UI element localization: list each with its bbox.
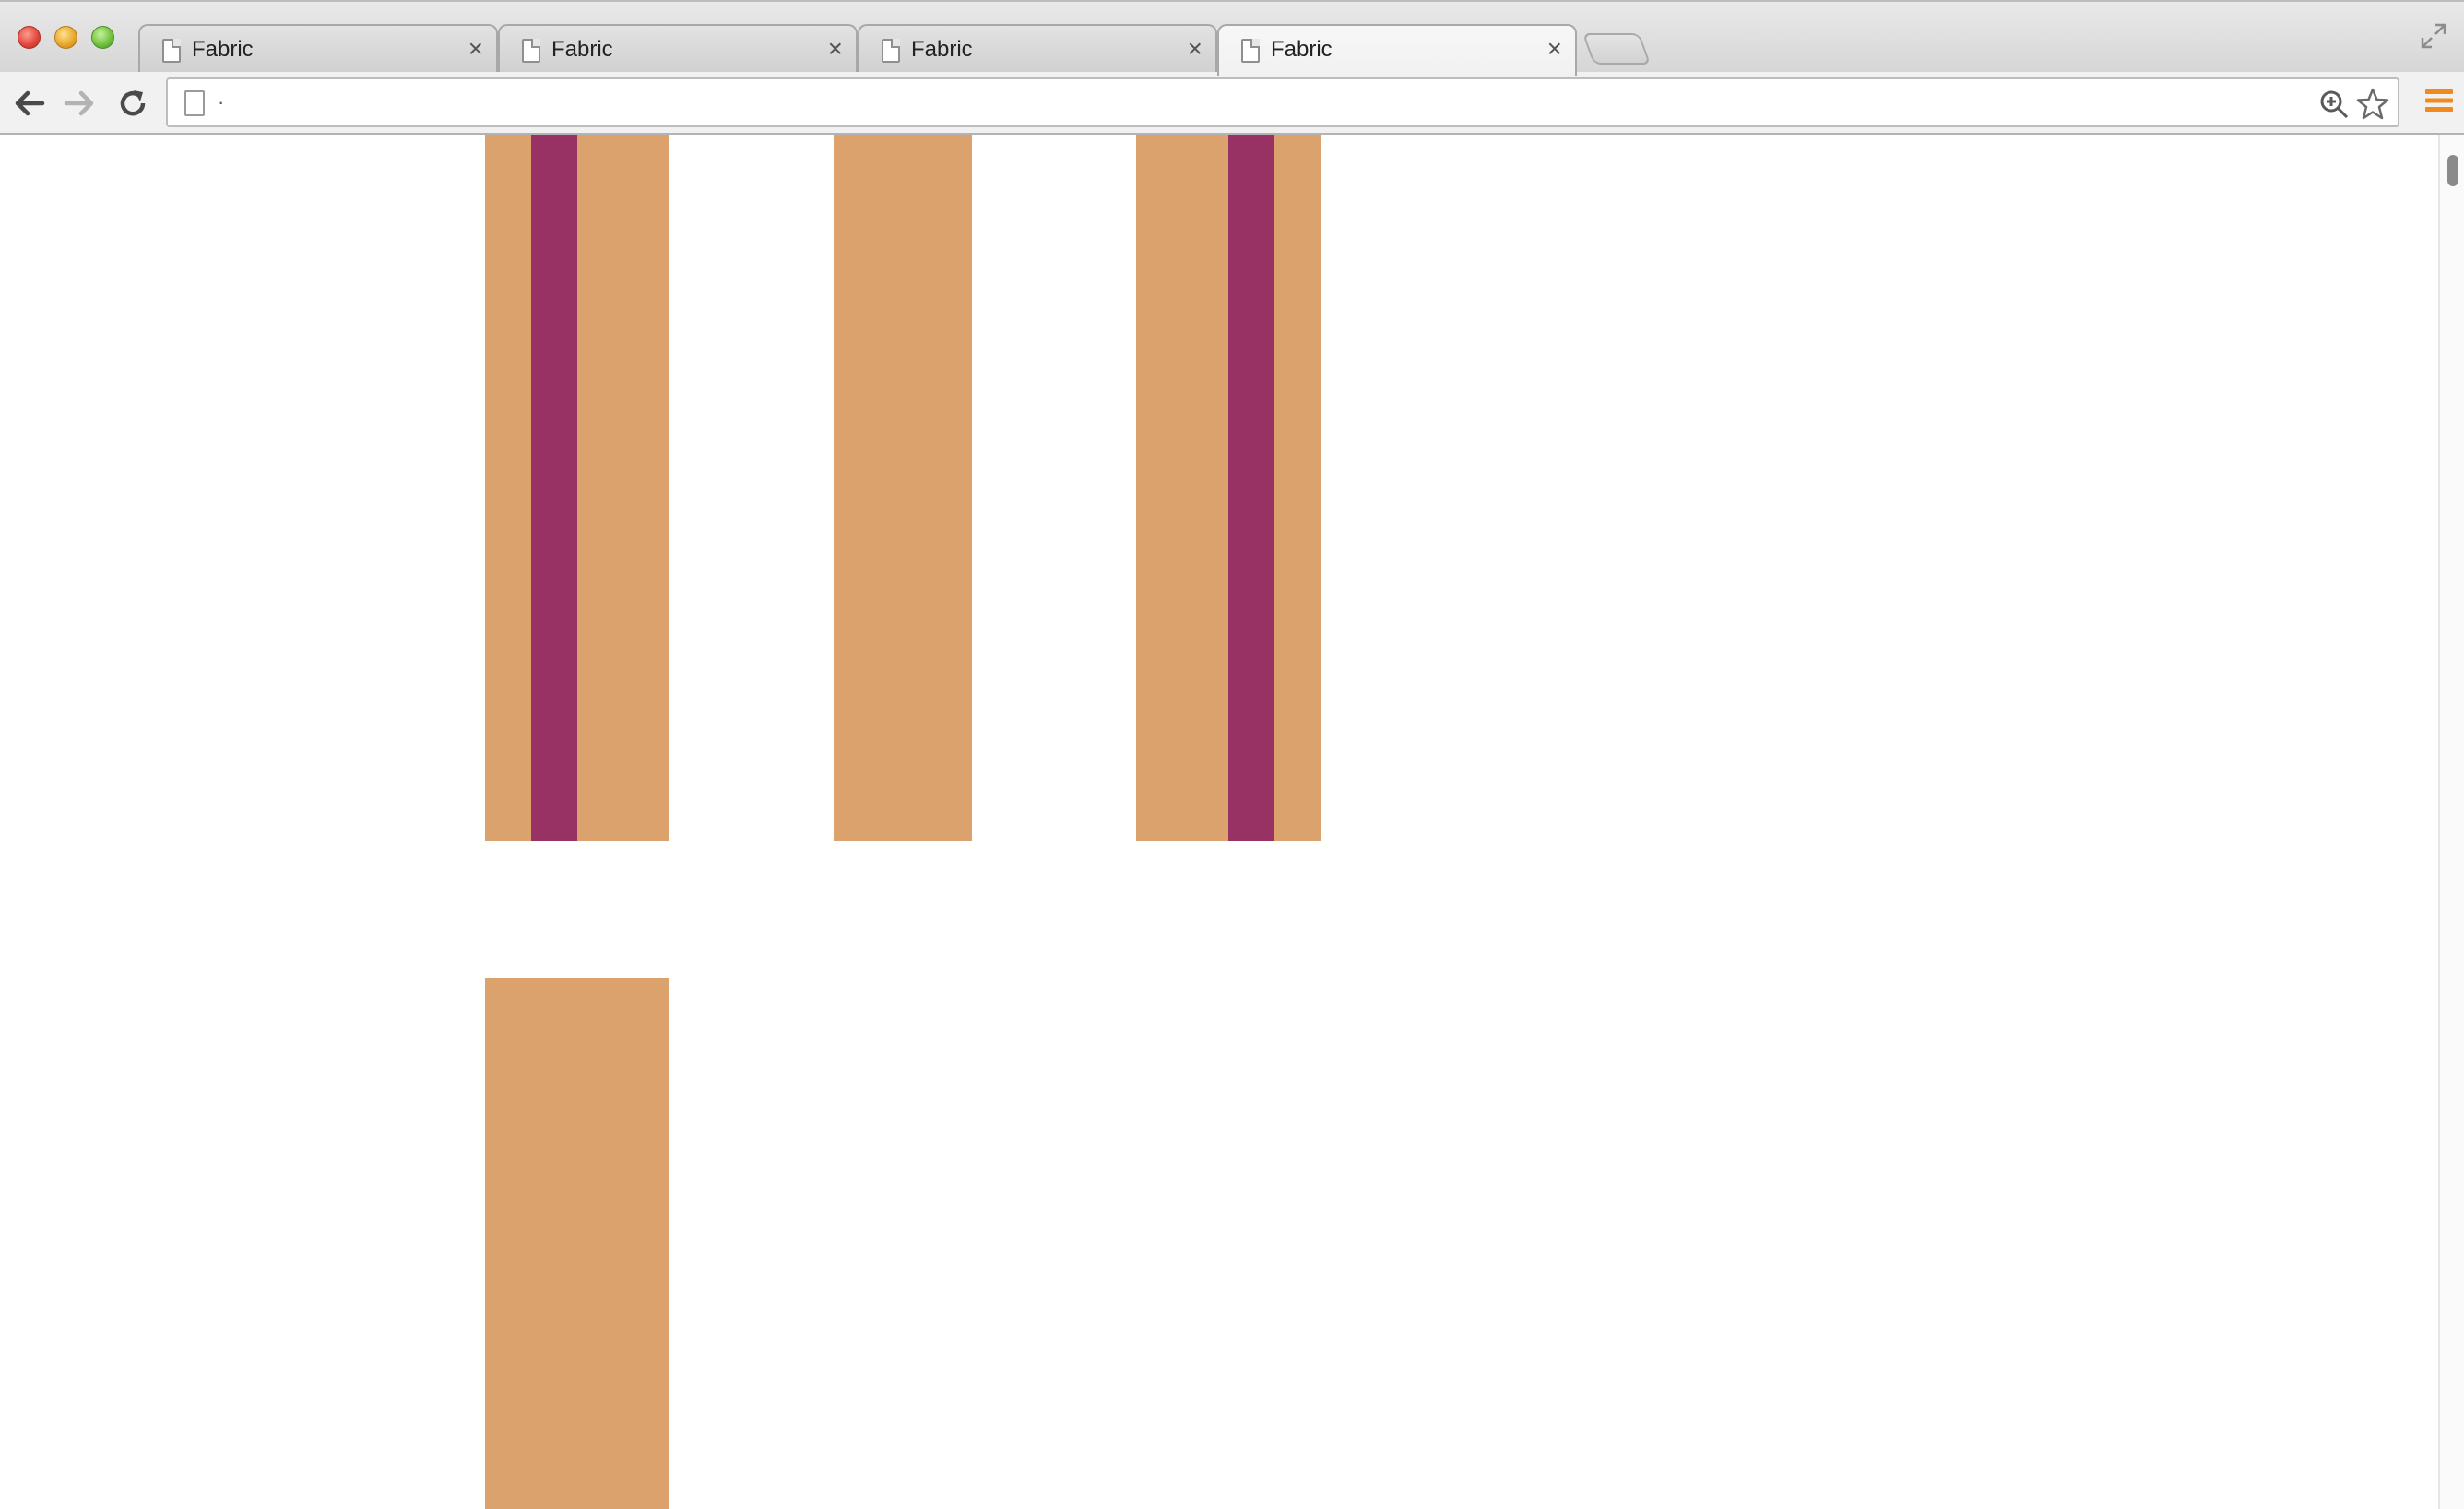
- browser-tab[interactable]: Fabric ×: [858, 24, 1217, 74]
- tab-title: Fabric: [192, 37, 254, 62]
- reload-icon[interactable]: [114, 85, 151, 122]
- page-icon: [522, 39, 540, 63]
- tab-close-icon[interactable]: ×: [828, 33, 843, 65]
- fullscreen-icon[interactable]: [2420, 22, 2447, 50]
- browser-tab-active[interactable]: Fabric ×: [1217, 24, 1577, 76]
- tab-title: Fabric: [1271, 37, 1333, 62]
- scrollbar-thumb[interactable]: [2447, 155, 2458, 186]
- address-bar[interactable]: ·: [166, 77, 2399, 127]
- fabric-stripe: [1228, 135, 1274, 841]
- star-icon[interactable]: [2355, 87, 2390, 122]
- page-icon: [184, 90, 205, 116]
- back-arrow-icon[interactable]: [11, 85, 48, 122]
- window-title-bar: Fabric × Fabric × Fabric × Fabric ×: [0, 0, 2464, 76]
- browser-toolbar: ·: [0, 72, 2464, 135]
- zoom-icon[interactable]: [2318, 89, 2350, 120]
- page-icon: [1241, 39, 1260, 63]
- fabric-stripe: [531, 135, 577, 841]
- fabric-swatch: [485, 135, 669, 841]
- fabric-swatch: [834, 135, 972, 841]
- page-viewport: [0, 135, 2438, 1509]
- tab-close-icon[interactable]: ×: [468, 33, 483, 65]
- window-close-button[interactable]: [18, 26, 41, 49]
- forward-arrow-icon[interactable]: [61, 85, 98, 122]
- browser-tab[interactable]: Fabric ×: [498, 24, 858, 74]
- tab-close-icon[interactable]: ×: [1188, 33, 1202, 65]
- tab-close-icon[interactable]: ×: [1547, 33, 1562, 65]
- new-tab-button[interactable]: [1581, 33, 1652, 65]
- window-zoom-button[interactable]: [91, 26, 114, 49]
- page-icon: [162, 39, 181, 63]
- vertical-scrollbar[interactable]: [2438, 135, 2464, 1509]
- hamburger-menu-icon[interactable]: [2423, 85, 2455, 116]
- tab-title: Fabric: [551, 37, 613, 62]
- fabric-swatch: [1136, 135, 1321, 841]
- fabric-swatch: [485, 978, 669, 1509]
- address-bar-url[interactable]: ·: [218, 90, 224, 114]
- tab-title: Fabric: [911, 37, 973, 62]
- browser-tab[interactable]: Fabric ×: [138, 24, 498, 74]
- page-icon: [882, 39, 900, 63]
- window-minimize-button[interactable]: [54, 26, 77, 49]
